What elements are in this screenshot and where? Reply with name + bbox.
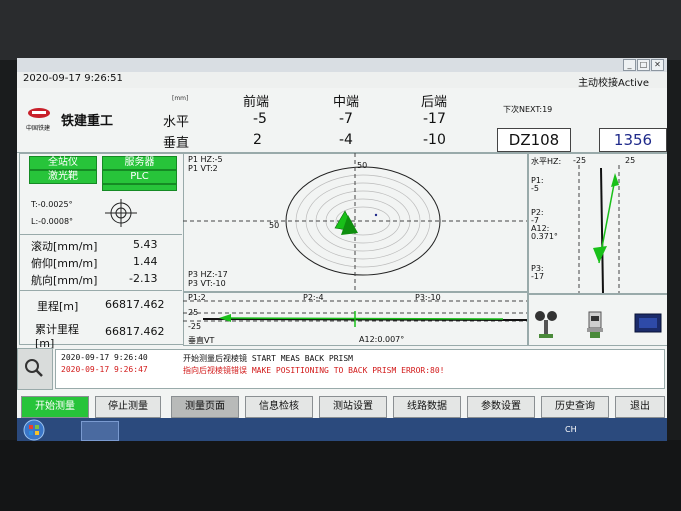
plan-p1-value: -5	[531, 184, 539, 193]
monitor-bezel-bottom	[0, 440, 681, 511]
language-indicator[interactable]: CH	[565, 425, 577, 434]
p3-vt-label: P3 VT:-10	[188, 279, 226, 288]
plan-canvas	[578, 165, 620, 293]
mileage-label: 里程[m]	[37, 300, 79, 313]
log-msg-2: 指向后视棱镜错误 MAKE POSITIONING TO BACK PRISM …	[183, 366, 445, 375]
p1-vt-label: P1 VT:2	[188, 164, 218, 173]
status-plc: PLC	[102, 170, 177, 184]
profile-plus25: 25	[188, 308, 199, 317]
taskbar-app-button[interactable]	[81, 421, 119, 441]
cumulative-mileage-value: 66817.462	[105, 325, 165, 338]
stop-measure-button[interactable]: 停止测量	[95, 396, 161, 418]
parameter-setup-button[interactable]: 参数设置	[467, 396, 535, 418]
target-view-canvas	[183, 153, 527, 291]
col-mid: 中端	[333, 95, 360, 110]
profile-minus25: -25	[188, 322, 202, 331]
status-server: 服务器	[102, 156, 177, 170]
scale-50-left: 50	[269, 221, 280, 230]
unit-label: [mm]	[172, 95, 189, 102]
pitch-value: 1.44	[133, 255, 158, 268]
row-horizontal-label: 水平	[163, 115, 190, 130]
profile-canvas	[183, 300, 527, 327]
row-vertical-label: 垂直	[163, 136, 190, 151]
vt-rear: -10	[423, 132, 446, 148]
crcc-logo-icon	[28, 108, 50, 118]
monitor-bezel-top	[0, 0, 681, 60]
roll-value: 5.43	[133, 238, 158, 251]
profile-p2: P2:-4	[303, 293, 324, 302]
current-datetime: 2020-09-17 9:26:51	[23, 73, 123, 84]
brand-name: 铁建重工	[61, 114, 114, 129]
plan-hz-left-scale: -25	[573, 156, 587, 165]
magnifier-icon	[25, 359, 43, 377]
start-orb-icon[interactable]	[23, 419, 45, 441]
roll-label: 滚动[mm/m]	[31, 240, 98, 253]
close-button[interactable]: ✕	[651, 59, 664, 71]
profile-p1: P1:2	[188, 293, 206, 302]
hz-mid: -7	[339, 111, 353, 127]
station-id-box: DZ108	[497, 128, 571, 152]
heading-label: 航向[mm/m]	[31, 274, 98, 287]
exit-button[interactable]: 退出	[615, 396, 665, 418]
log-msg-1: 开始测量后视棱镜 START MEAS BACK PRISM	[183, 354, 353, 363]
p1-hz-label: P1 HZ:-5	[188, 155, 223, 164]
heading-value: -2.13	[129, 272, 158, 285]
status-total-station: 全站仪	[29, 156, 97, 170]
mileage-value: 66817.462	[105, 298, 165, 311]
cumulative-mileage-label: 累计里程[m]	[35, 323, 79, 350]
maximize-button[interactable]: □	[637, 59, 650, 71]
next-ring: 下次NEXT:19	[503, 105, 553, 114]
status-indicator-bar	[102, 184, 177, 191]
col-rear: 后端	[421, 95, 448, 110]
history-query-button[interactable]: 历史查询	[541, 396, 609, 418]
laser-target-icon	[634, 313, 662, 333]
window-titlebar	[17, 58, 667, 73]
plan-a12-value: 0.371°	[531, 232, 558, 241]
vt-mid: -4	[339, 132, 353, 148]
profile-p3: P3:-10	[415, 293, 441, 302]
log-time-1: 2020-09-17 9:26:40	[61, 353, 148, 362]
log-time-2: 2020-09-17 9:26:47	[61, 365, 148, 374]
target-t-value: T:-0.0025°	[31, 200, 73, 209]
profile-a12: A12:0.007°	[359, 335, 405, 344]
profile-vt-label: 垂直VT	[188, 336, 215, 345]
ring-number-box: 1356	[599, 128, 667, 152]
pitch-label: 俯仰[mm/m]	[31, 257, 98, 270]
total-station-icon	[587, 311, 603, 338]
target-l-value: L:-0.0008°	[31, 217, 74, 226]
info-check-button[interactable]: 信息检核	[245, 396, 313, 418]
minimize-button[interactable]: _	[623, 59, 636, 71]
plan-hz-label: 水平HZ:	[531, 157, 562, 166]
hz-rear: -17	[423, 111, 446, 127]
start-measure-button[interactable]: 开始测量	[21, 396, 89, 418]
plan-hz-right-scale: 25	[625, 156, 636, 165]
crosshair-icon	[105, 199, 137, 227]
col-front: 前端	[243, 95, 270, 110]
prism-icon	[535, 311, 557, 338]
application-screen: _ □ ✕ 2020-09-17 9:26:51 主动校接Active 中国铁建…	[17, 58, 667, 441]
measure-page-button[interactable]: 测量页面	[171, 396, 239, 418]
status-laser-target: 激光靶	[29, 170, 97, 184]
p3-hz-label: P3 HZ:-17	[188, 270, 228, 279]
plan-p3-value: -17	[531, 272, 545, 281]
brand-small: 中国铁建	[26, 125, 51, 132]
scale-50-top: 50	[357, 161, 368, 170]
guidance-mode-label: 主动校接Active	[578, 78, 649, 89]
hz-front: -5	[253, 111, 267, 127]
line-data-button[interactable]: 线路数据	[393, 396, 461, 418]
vt-front: 2	[253, 132, 262, 148]
station-setup-button[interactable]: 测站设置	[319, 396, 387, 418]
